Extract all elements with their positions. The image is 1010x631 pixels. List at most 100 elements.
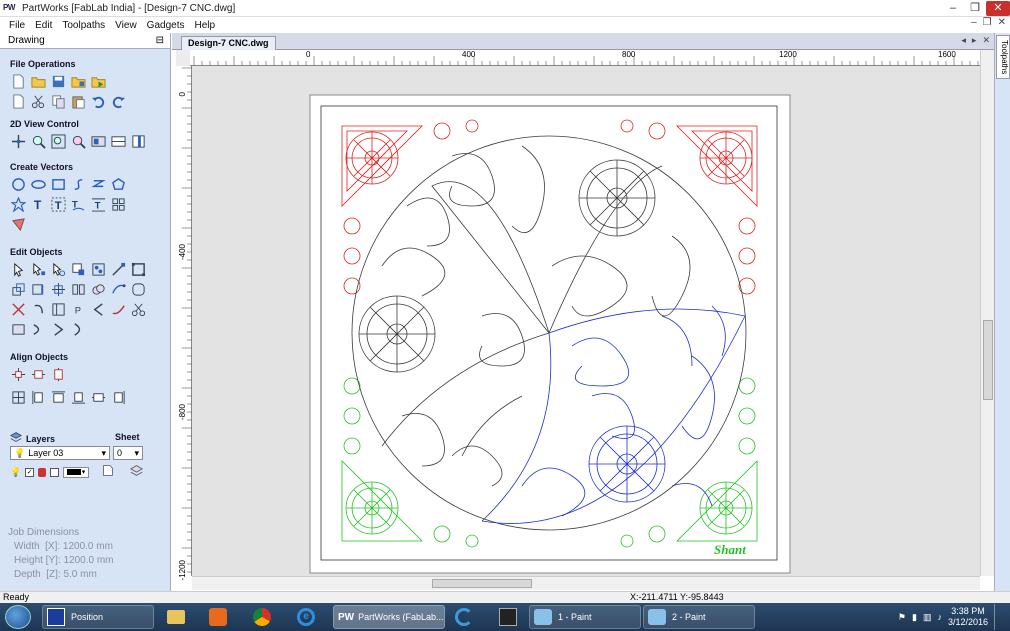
size-icon[interactable] [70,261,87,278]
align-right-icon[interactable] [110,389,127,406]
polyline-icon[interactable] [90,176,107,193]
internet-explorer-icon[interactable]: e [293,606,319,628]
vertical-scrollbar[interactable] [980,50,994,576]
trim-icon[interactable] [10,301,27,318]
close-icon[interactable]: ✕ [986,1,1010,16]
zoom-extents-icon[interactable] [50,133,67,150]
zoom-box-icon[interactable] [30,133,47,150]
tab-left-icon[interactable]: ◂ [961,35,966,46]
inkscape-icon[interactable] [495,606,521,628]
restore-icon[interactable]: ❐ [964,1,986,16]
redo-icon[interactable] [110,93,127,110]
menu-toolpaths[interactable]: Toolpaths [57,20,110,31]
fillet-icon[interactable] [130,281,147,298]
layer-properties-icon[interactable] [101,464,114,480]
menu-edit[interactable]: Edit [30,20,57,31]
weld-icon[interactable] [90,281,107,298]
align-top-icon[interactable] [50,389,67,406]
copy-icon[interactable] [50,93,67,110]
layer-select[interactable]: 💡 Layer 03 ▾ [10,446,110,460]
view-layout-icon[interactable] [110,133,127,150]
open-folder-icon[interactable] [30,73,47,90]
lock-icon[interactable] [38,467,47,477]
distribute-icon[interactable] [70,281,87,298]
draw-pen-icon[interactable] [10,216,27,233]
import-icon[interactable] [90,73,107,90]
show-desktop-button[interactable] [994,604,1002,630]
view-toggle-icon[interactable] [130,133,147,150]
horizontal-scroll-thumb[interactable] [432,579,532,588]
network-icon[interactable]: ▥ [923,612,932,623]
new-file-icon[interactable] [10,73,27,90]
reverse-icon[interactable] [50,321,67,338]
scale-icon[interactable] [130,261,147,278]
menu-help[interactable]: Help [189,20,220,31]
document-tab[interactable]: Design-7 CNC.dwg [181,36,276,50]
spline-icon[interactable] [110,301,127,318]
menu-file[interactable]: File [4,20,30,31]
document-icon[interactable] [10,93,27,110]
volume-icon[interactable]: ♪ [937,612,942,622]
tab-right-icon[interactable]: ▸ [972,35,977,46]
join-icon[interactable] [110,281,127,298]
smooth-icon[interactable]: P [70,301,87,318]
closed-vector-icon[interactable] [70,321,87,338]
taskbar-item-paint-1[interactable]: 1 - Paint [529,605,641,629]
align-horizontal-center-icon[interactable] [30,366,47,383]
align-vertical-center-icon[interactable] [50,366,67,383]
horizontal-scrollbar[interactable] [192,576,980,590]
align-grid-icon[interactable] [10,389,27,406]
align-bottom-icon[interactable] [70,389,87,406]
transform-icon[interactable] [50,261,67,278]
taskbar-item-paint-2[interactable]: 2 - Paint [643,605,755,629]
tab-close-icon[interactable]: ✕ [982,35,990,46]
mirror-icon[interactable] [30,281,47,298]
mdi-restore-icon[interactable]: ❐ [983,17,992,28]
ellipse-icon[interactable] [30,176,47,193]
scissors-icon[interactable] [130,301,147,318]
group-icon[interactable] [90,261,107,278]
node-edit-icon[interactable] [30,261,47,278]
zoom-icon[interactable] [70,133,87,150]
menu-view[interactable]: View [110,20,142,31]
vertical-scroll-thumb[interactable] [983,320,993,400]
select-icon[interactable] [10,261,27,278]
pin-icon[interactable]: ⊟ [156,35,164,46]
rectangle-icon[interactable] [50,176,67,193]
view-material-icon[interactable] [90,133,107,150]
checkbox-icon[interactable]: ✓ [25,467,35,477]
dimension-icon[interactable]: T [90,196,107,213]
light-bulb-icon[interactable]: 💡 [10,467,21,478]
taskbar-item-position[interactable]: Position [42,605,154,629]
arc-icon[interactable] [90,301,107,318]
polygon-icon[interactable] [110,176,127,193]
circle-icon[interactable] [10,176,27,193]
extend-icon[interactable] [30,301,47,318]
start-button[interactable] [5,605,31,629]
text-on-curve-icon[interactable]: T [50,196,67,213]
pan-icon[interactable] [10,133,27,150]
sheet-select[interactable]: 0 ▾ [113,446,143,460]
bounding-box-icon[interactable] [10,321,27,338]
battery-icon[interactable]: ▮ [912,612,917,623]
drawing-canvas[interactable]: Shant [192,66,980,576]
paste-icon[interactable] [70,93,87,110]
clock[interactable]: 3:38 PM 3/12/2016 [948,606,988,628]
toolpaths-tab[interactable]: Toolpaths [996,35,1010,79]
save-as-icon[interactable] [70,73,87,90]
flag-icon[interactable]: ⚑ [898,612,906,623]
layer-manager-icon[interactable] [130,464,144,480]
mdi-minimize-icon[interactable]: – [971,17,977,28]
move-node-icon[interactable] [110,261,127,278]
align-middle-icon[interactable] [90,389,107,406]
text-on-path-icon[interactable]: T [70,196,87,213]
text-icon[interactable]: T [30,196,47,213]
save-icon[interactable] [50,73,67,90]
minimize-icon[interactable]: – [942,1,964,16]
align-center-both-icon[interactable] [10,366,27,383]
break-icon[interactable] [50,301,67,318]
curve-fit-icon[interactable] [30,321,47,338]
c-app-icon[interactable] [451,606,477,628]
taskbar-item-partworks[interactable]: PW PartWorks (FabLab... [333,605,445,629]
menu-gadgets[interactable]: Gadgets [142,20,190,31]
